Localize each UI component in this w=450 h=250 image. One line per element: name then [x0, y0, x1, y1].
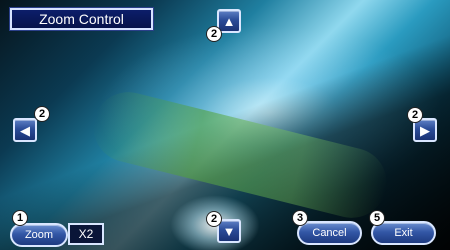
zoom-button[interactable]: Zoom [10, 223, 68, 247]
zoom-control-screen: Zoom Control ▲ ▼ ◀ ▶ Zoom X2 Cancel Exit… [0, 0, 450, 250]
callout-badge-right: 2 [407, 107, 423, 123]
arrow-down-icon: ▼ [222, 223, 236, 239]
callout-badge-cancel: 3 [292, 210, 308, 226]
callout-badge-left: 2 [34, 106, 50, 122]
page-title: Zoom Control [10, 8, 153, 30]
callout-badge-up: 2 [206, 26, 222, 42]
arrow-left-icon: ◀ [20, 122, 30, 138]
callout-badge-exit: 5 [369, 210, 385, 226]
pan-left-button[interactable]: ◀ [13, 118, 37, 142]
arrow-right-icon: ▶ [420, 122, 430, 138]
callout-badge-zoom: 1 [12, 210, 28, 226]
callout-badge-down: 2 [206, 211, 222, 227]
cancel-button[interactable]: Cancel [297, 221, 362, 245]
arrow-up-icon: ▲ [222, 13, 236, 29]
zoom-level-display: X2 [68, 223, 104, 245]
